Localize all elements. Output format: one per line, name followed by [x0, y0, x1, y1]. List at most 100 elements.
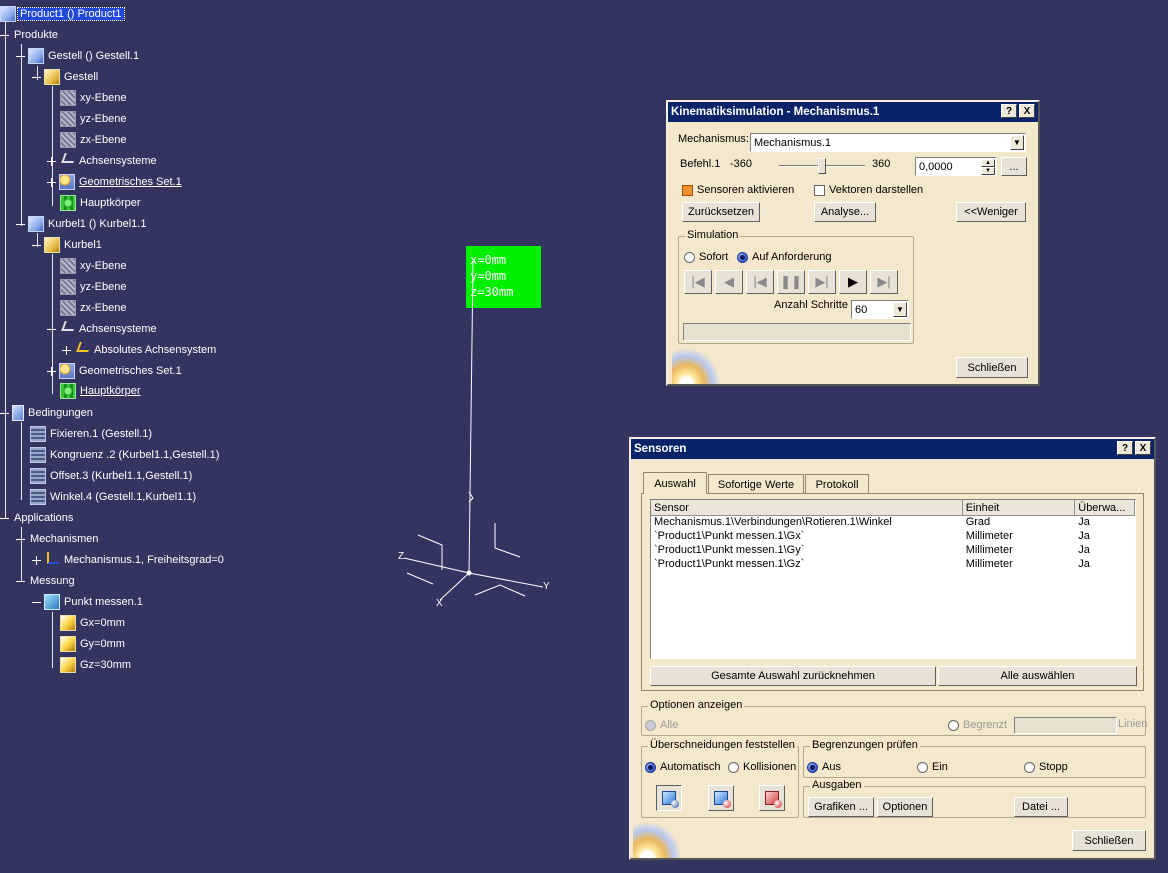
command-options-button[interactable]: ... [1001, 157, 1027, 176]
limits-stop-radio[interactable]: Stopp [1024, 761, 1068, 773]
tree-node-kurbel-geoset[interactable]: Geometrisches Set.1 [47, 362, 184, 380]
radio-disabled-icon[interactable] [645, 719, 656, 731]
collapse-icon[interactable] [0, 409, 9, 418]
close-button[interactable]: Schließen [1072, 830, 1146, 851]
show-vectors-checkbox[interactable]: Vektoren darstellen [814, 184, 923, 196]
steps-select[interactable]: 60 ▼ [851, 300, 909, 319]
collapse-icon[interactable] [0, 31, 9, 40]
collapse-icon[interactable] [16, 52, 25, 61]
collapse-icon[interactable] [32, 598, 41, 607]
command-value-input[interactable]: 0,0000 ▲ ▼ [915, 157, 997, 176]
select-all-button[interactable]: Alle auswählen [938, 666, 1137, 686]
tree-node-winkel[interactable]: Winkel.4 (Gestell.1,Kurbel1.1) [30, 488, 198, 506]
tree-node-gestell-part[interactable]: Gestell [32, 68, 100, 86]
analyse-button[interactable]: Analyse... [814, 202, 876, 222]
tree-node-product1[interactable]: Product1 () Product1 [0, 5, 125, 23]
radio-icon[interactable] [917, 761, 928, 773]
step-back-icon[interactable]: ◀ [715, 270, 743, 294]
table-row[interactable]: `Product1\Punkt messen.1\Gz` Millimeter … [651, 558, 1135, 572]
jump-to-start-icon[interactable]: |◀ [684, 270, 712, 294]
tree-node-kurbel-xy-plane[interactable]: xy-Ebene [60, 257, 128, 275]
expand-icon[interactable] [47, 156, 56, 166]
tab-protokoll[interactable]: Protokoll [805, 474, 869, 494]
tree-node-mechanismus[interactable]: Mechanismus.1, Freiheitsgrad=0 [32, 551, 226, 569]
specification-tree[interactable]: Product1 () Product1 Produkte Gestell ()… [0, 0, 360, 680]
close-icon[interactable]: X [1135, 441, 1151, 455]
expand-icon[interactable] [47, 366, 56, 376]
dialog-titlebar[interactable]: Sensoren ? X [631, 439, 1154, 459]
close-button[interactable]: Schließen [956, 357, 1028, 378]
tree-node-gestell-geoset[interactable]: Geometrisches Set.1 [47, 173, 184, 191]
tree-node-fixieren[interactable]: Fixieren.1 (Gestell.1) [30, 425, 154, 443]
table-row[interactable]: `Product1\Punkt messen.1\Gy` Millimeter … [651, 544, 1135, 558]
spinner-up-icon[interactable]: ▲ [981, 159, 995, 167]
less-button[interactable]: <<Weniger [956, 202, 1026, 222]
checkbox-checked-icon[interactable] [682, 184, 693, 196]
table-row[interactable]: Mechanismus.1\Verbindungen\Rotieren.1\Wi… [651, 516, 1135, 530]
tree-node-kurbel-yz-plane[interactable]: yz-Ebene [60, 278, 128, 296]
tree-node-offset[interactable]: Offset.3 (Kurbel1.1,Gestell.1) [30, 467, 194, 485]
radio-selected-icon[interactable] [645, 761, 656, 773]
radio-icon[interactable] [1024, 761, 1035, 773]
deselect-all-button[interactable]: Gesamte Auswahl zurücknehmen [650, 666, 936, 686]
tree-node-gestell-axis-systems[interactable]: Achsensysteme [47, 152, 159, 170]
activate-sensors-checkbox[interactable]: Sensoren aktivieren [682, 184, 794, 196]
close-icon[interactable]: X [1019, 104, 1035, 118]
chevron-down-icon[interactable]: ▼ [893, 302, 907, 317]
collapse-icon[interactable] [16, 535, 25, 544]
tree-node-absolute-axis-system[interactable]: Absolutes Achsensystem [62, 341, 218, 359]
play-backward-icon[interactable]: |◀ [746, 270, 774, 294]
tree-node-gz[interactable]: Gz=30mm [60, 656, 133, 674]
help-button[interactable]: ? [1001, 104, 1017, 118]
checkbox-icon[interactable] [814, 184, 825, 196]
mechanism-select[interactable]: Mechanismus.1 ▼ [750, 133, 1026, 152]
tree-node-gestell-xy-plane[interactable]: xy-Ebene [60, 89, 128, 107]
automatic-radio[interactable]: Automatisch [645, 761, 721, 773]
expand-icon[interactable] [47, 177, 56, 187]
model-viewport[interactable]: Z Y X [380, 240, 580, 620]
collapse-icon[interactable] [47, 325, 56, 334]
tab-sofortige-werte[interactable]: Sofortige Werte [708, 474, 804, 494]
expand-icon[interactable] [32, 555, 41, 565]
tree-node-gy[interactable]: Gy=0mm [60, 635, 127, 653]
step-forward-icon[interactable]: ▶ [839, 270, 867, 294]
spinner-down-icon[interactable]: ▼ [981, 167, 995, 175]
play-forward-icon[interactable]: ▶| [808, 270, 836, 294]
tree-node-mechanismen[interactable]: Mechanismen [16, 530, 100, 548]
tree-node-gestell[interactable]: Gestell () Gestell.1 [16, 47, 141, 65]
file-button[interactable]: Datei ... [1014, 797, 1068, 817]
jump-to-end-icon[interactable]: ▶| [870, 270, 898, 294]
clash-on-icon[interactable] [708, 785, 734, 811]
tree-node-kurbel-zx-plane[interactable]: zx-Ebene [60, 299, 128, 317]
tree-node-bedingungen[interactable]: Bedingungen [0, 404, 95, 422]
limited-radio[interactable]: Begrenzt [948, 719, 1007, 731]
sensor-table[interactable]: Sensor Einheit Überwa... Mechanismus.1\V… [650, 499, 1136, 659]
spinner[interactable]: ▲ ▼ [981, 159, 995, 175]
lines-count-input[interactable] [1014, 717, 1117, 734]
limits-on-radio[interactable]: Ein [917, 761, 948, 773]
pause-icon[interactable]: ❚❚ [777, 270, 805, 294]
command-slider-thumb[interactable] [818, 158, 826, 174]
tree-node-gestell-body[interactable]: Hauptkörper [60, 194, 143, 212]
tree-node-messung[interactable]: Messung [16, 572, 77, 590]
options-button[interactable]: Optionen [877, 797, 933, 817]
radio-selected-icon[interactable] [807, 761, 818, 773]
dialog-titlebar[interactable]: Kinematiksimulation - Mechanismus.1 ? X [668, 102, 1038, 122]
tree-node-produkte[interactable]: Produkte [0, 26, 60, 44]
tree-node-punkt-messen[interactable]: Punkt messen.1 [32, 593, 145, 611]
tab-auswahl[interactable]: Auswahl [643, 472, 707, 494]
expand-icon[interactable] [62, 345, 71, 355]
tree-node-gestell-yz-plane[interactable]: yz-Ebene [60, 110, 128, 128]
table-row[interactable]: `Product1\Punkt messen.1\Gx` Millimeter … [651, 530, 1135, 544]
collapse-icon[interactable] [16, 220, 25, 229]
tree-node-kurbel-part[interactable]: Kurbel1 [32, 236, 104, 254]
on-request-radio[interactable]: Auf Anforderung [737, 251, 832, 263]
clash-stop-icon[interactable] [759, 785, 785, 811]
immediate-radio[interactable]: Sofort [684, 251, 728, 263]
column-header-unit[interactable]: Einheit [962, 500, 1076, 516]
tree-node-gx[interactable]: Gx=0mm [60, 614, 127, 632]
help-button[interactable]: ? [1117, 441, 1133, 455]
collisions-radio[interactable]: Kollisionen [728, 761, 796, 773]
tree-node-kurbel-axis-systems[interactable]: Achsensysteme [47, 320, 159, 338]
column-header-sensor[interactable]: Sensor [651, 500, 963, 516]
